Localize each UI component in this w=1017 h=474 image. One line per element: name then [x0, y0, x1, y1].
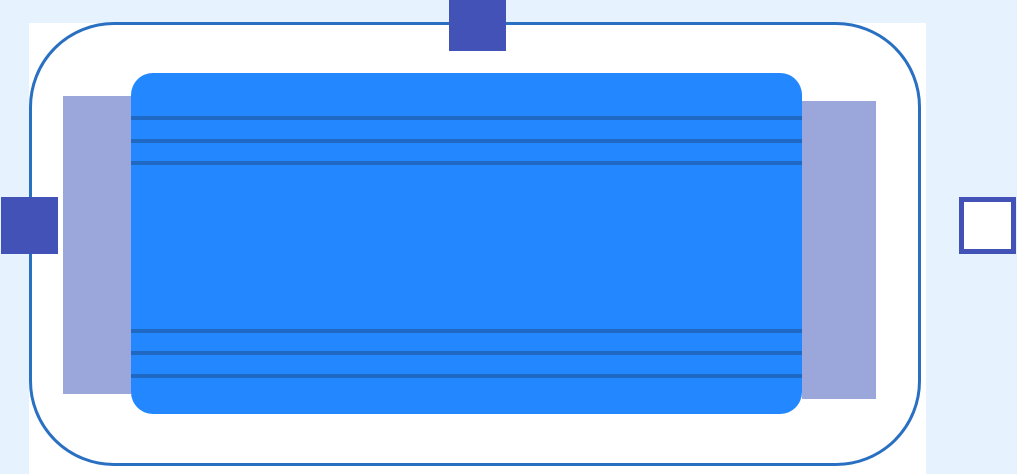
ui-canvas [0, 0, 1017, 474]
screen [131, 73, 802, 414]
screen-line-top-1 [131, 116, 802, 120]
screen-line-bottom-3 [131, 374, 802, 378]
right-resize-handle[interactable] [959, 197, 1016, 254]
top-resize-handle[interactable] [449, 0, 506, 51]
screen-line-top-3 [131, 161, 802, 165]
screen-line-bottom-2 [131, 351, 802, 355]
right-side-panel [802, 101, 876, 399]
left-resize-handle[interactable] [1, 197, 58, 254]
screen-line-top-2 [131, 139, 802, 143]
screen-line-bottom-1 [131, 329, 802, 333]
left-side-panel [63, 96, 131, 394]
